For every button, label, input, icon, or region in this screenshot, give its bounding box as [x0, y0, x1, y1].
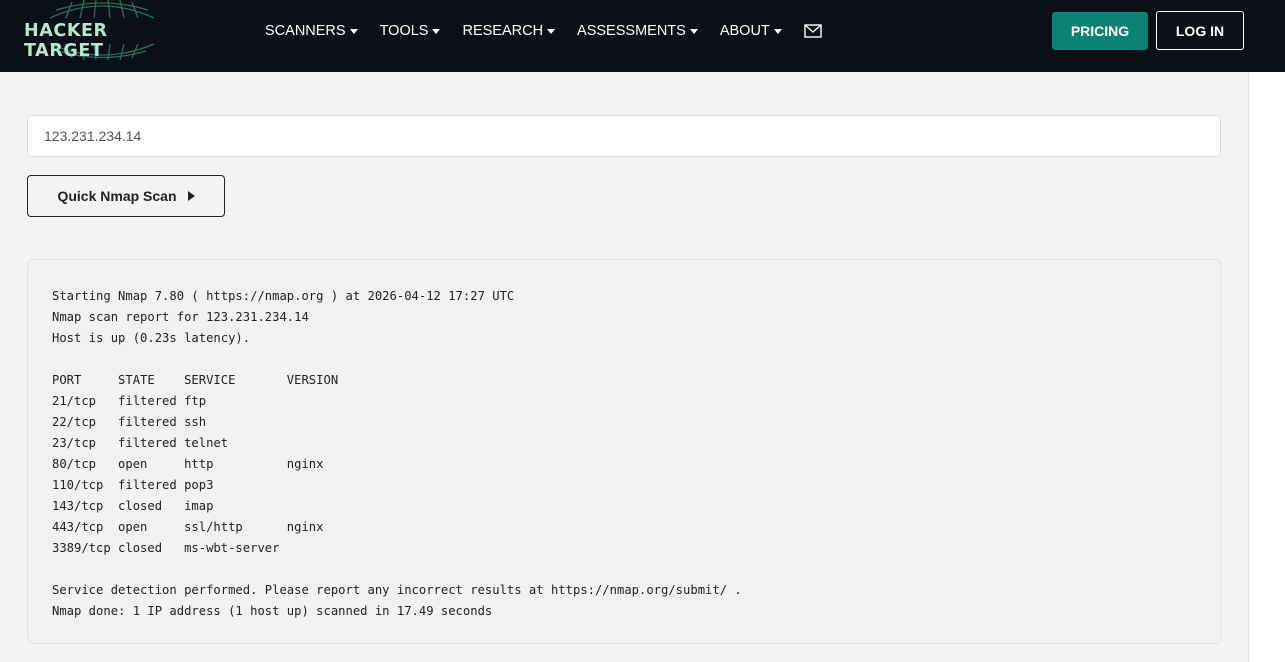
results-line: [52, 349, 742, 370]
login-button[interactable]: LOG IN: [1156, 11, 1244, 50]
quick-nmap-scan-button[interactable]: Quick Nmap Scan: [27, 175, 225, 217]
scan-panel: Quick Nmap Scan Starting Nmap 7.80 ( htt…: [0, 72, 1249, 662]
caret-down-icon: [689, 29, 698, 34]
results-line: [52, 559, 742, 580]
top-navbar: HACKER TARGET SCANNERS TOOLS RESEARCH AS…: [0, 0, 1285, 72]
results-line: Service detection performed. Please repo…: [52, 583, 742, 597]
results-line: Nmap scan report for 123.231.234.14: [52, 310, 309, 324]
scan-button-label: Quick Nmap Scan: [57, 188, 177, 204]
results-line: PORT STATE SERVICE VERSION: [52, 373, 339, 387]
nav-tools-label: TOOLS: [379, 23, 429, 39]
scan-results: Starting Nmap 7.80 ( https://nmap.org ) …: [27, 259, 1222, 644]
nav-scanners[interactable]: SCANNERS: [265, 23, 358, 39]
results-line: Starting Nmap 7.80 ( https://nmap.org ) …: [52, 289, 515, 303]
nav-tools[interactable]: TOOLS: [380, 23, 441, 39]
caret-down-icon: [547, 29, 556, 34]
caret-down-icon: [773, 29, 782, 34]
hacker-target-logo[interactable]: HACKER TARGET: [22, 0, 182, 61]
play-icon: [187, 191, 195, 201]
results-line: 443/tcp open ssl/http nginx: [52, 520, 324, 534]
caret-down-icon: [432, 29, 441, 34]
nav-about[interactable]: ABOUT: [720, 23, 782, 39]
results-line: Host is up (0.23s latency).: [52, 331, 251, 345]
results-line: 110/tcp filtered pop3: [52, 478, 214, 492]
results-line: Nmap done: 1 IP address (1 host up) scan…: [52, 604, 493, 618]
results-line: 3389/tcp closed ms-wbt-server: [52, 541, 280, 555]
results-line: 23/tcp filtered telnet: [52, 436, 229, 450]
results-line: 21/tcp filtered ftp: [52, 394, 207, 408]
nav-assessments-label: ASSESSMENTS: [577, 23, 686, 39]
nav-about-label: ABOUT: [719, 23, 770, 39]
nav-research-label: RESEARCH: [462, 23, 544, 39]
nav-assessments[interactable]: ASSESSMENTS: [577, 23, 698, 39]
results-line: 143/tcp closed imap: [52, 499, 214, 513]
results-line: 22/tcp filtered ssh: [52, 415, 207, 429]
results-line: 80/tcp open http nginx: [52, 457, 324, 471]
main-nav: SCANNERS TOOLS RESEARCH ASSESSMENTS ABOU…: [265, 21, 822, 41]
nav-scanners-label: SCANNERS: [265, 23, 346, 39]
caret-down-icon: [349, 29, 358, 34]
target-input[interactable]: [27, 115, 1221, 157]
nav-research[interactable]: RESEARCH: [462, 23, 556, 39]
results-output: Starting Nmap 7.80 ( https://nmap.org ) …: [52, 286, 742, 622]
logo-text: HACKER TARGET: [24, 21, 108, 61]
envelope-icon[interactable]: [804, 24, 822, 38]
pricing-button[interactable]: PRICING: [1052, 12, 1148, 50]
